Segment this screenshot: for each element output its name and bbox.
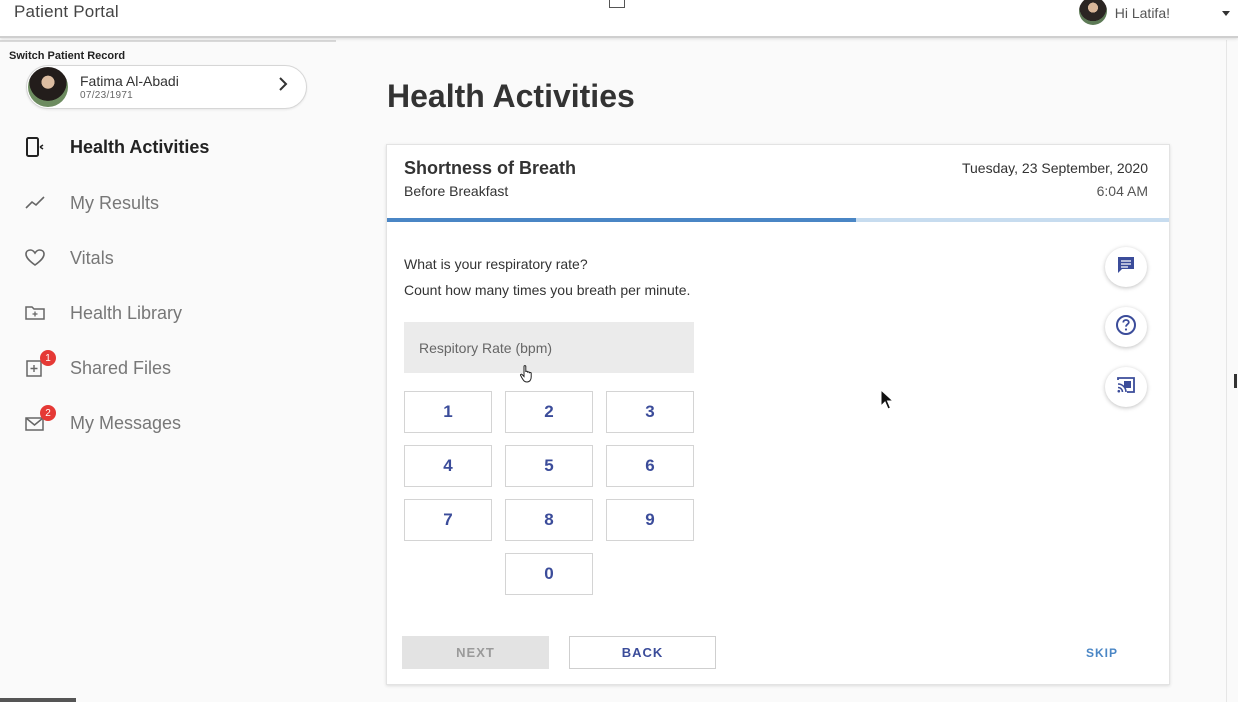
next-button[interactable]: NEXT xyxy=(402,636,549,669)
keypad-key-7[interactable]: 7 xyxy=(404,499,492,541)
resize-handle[interactable] xyxy=(1234,374,1237,388)
hand-cursor-icon xyxy=(519,364,535,389)
sidebar-item-label: Health Library xyxy=(70,302,183,323)
sidebar-item-health-activities[interactable]: Health Activities xyxy=(0,127,336,167)
keypad-key-3[interactable]: 3 xyxy=(606,391,694,433)
patient-avatar xyxy=(28,67,68,107)
window-handle[interactable] xyxy=(609,0,625,8)
comment-button[interactable] xyxy=(1105,247,1147,287)
page-title: Health Activities xyxy=(387,78,635,114)
scrollbar[interactable] xyxy=(0,698,76,702)
keypad-key-2[interactable]: 2 xyxy=(505,391,593,433)
keypad-key-4[interactable]: 4 xyxy=(404,445,492,487)
switch-patient-label: Switch Patient Record xyxy=(9,50,126,62)
activity-card: Shortness of Breath Before Breakfast Tue… xyxy=(386,144,1170,685)
keypad-key-0[interactable]: 0 xyxy=(505,553,593,595)
app-title: Patient Portal xyxy=(14,2,119,21)
activity-time: 6:04 AM xyxy=(1096,183,1148,199)
activity-subtitle: Before Breakfast xyxy=(404,183,509,199)
instruction-text: Count how many times you breath per minu… xyxy=(404,282,691,298)
comment-icon xyxy=(1115,254,1137,281)
sidebar-item-label: My Results xyxy=(70,192,160,213)
user-greeting: Hi Latifa! xyxy=(1114,5,1170,21)
progress-fill xyxy=(387,218,857,222)
cast-button[interactable] xyxy=(1105,367,1147,407)
activity-name: Shortness of Breath xyxy=(404,158,577,178)
back-button[interactable]: BACK xyxy=(569,636,716,669)
keypad-key-8[interactable]: 8 xyxy=(505,499,593,541)
device-icon xyxy=(24,136,46,158)
folder-icon xyxy=(24,302,46,324)
cast-icon xyxy=(1115,374,1137,401)
activity-date: Tuesday, 23 September, 2020 xyxy=(961,160,1148,176)
sidebar-item-label: Health Activities xyxy=(70,136,210,157)
keypad-key-1[interactable]: 1 xyxy=(404,391,492,433)
heart-icon xyxy=(24,247,46,269)
respiratory-rate-input[interactable] xyxy=(404,322,694,373)
progress-bar xyxy=(387,218,1169,222)
chevron-right-icon[interactable] xyxy=(278,77,288,96)
trend-icon xyxy=(24,192,46,214)
sidebar-item-my-messages[interactable]: 2 My Messages xyxy=(0,403,336,443)
keypad-key-6[interactable]: 6 xyxy=(606,445,694,487)
help-icon xyxy=(1115,314,1137,341)
help-button[interactable] xyxy=(1105,307,1147,347)
messages-badge: 2 xyxy=(40,405,56,421)
question-text: What is your respiratory rate? xyxy=(404,256,588,272)
patient-switcher[interactable]: Fatima Al-Abadi 07/23/1971 xyxy=(26,65,307,109)
sidebar-item-vitals[interactable]: Vitals xyxy=(0,238,336,278)
arrow-cursor-icon xyxy=(880,388,895,416)
sidebar-item-label: Shared Files xyxy=(70,357,172,378)
shared-files-badge: 1 xyxy=(40,350,56,366)
sidebar-item-my-results[interactable]: My Results xyxy=(0,183,336,223)
chevron-down-icon[interactable] xyxy=(1222,10,1230,16)
sidebar-item-label: Vitals xyxy=(70,247,114,268)
sidebar: Switch Patient Record Fatima Al-Abadi 07… xyxy=(0,40,336,702)
top-bar: Patient Portal Hi Latifa! xyxy=(0,0,1238,38)
divider xyxy=(0,40,336,42)
divider xyxy=(1226,40,1227,702)
skip-button[interactable]: SKIP xyxy=(1069,636,1135,669)
user-menu[interactable]: Hi Latifa! xyxy=(1078,0,1230,26)
keypad-key-9[interactable]: 9 xyxy=(606,499,694,541)
user-avatar[interactable] xyxy=(1078,0,1107,25)
sidebar-item-health-library[interactable]: Health Library xyxy=(0,293,336,333)
sidebar-item-shared-files[interactable]: 1 Shared Files xyxy=(0,348,336,388)
sidebar-item-label: My Messages xyxy=(70,412,182,433)
patient-name: Fatima Al-Abadi xyxy=(80,73,179,89)
patient-dob: 07/23/1971 xyxy=(80,90,134,101)
keypad-key-5[interactable]: 5 xyxy=(505,445,593,487)
